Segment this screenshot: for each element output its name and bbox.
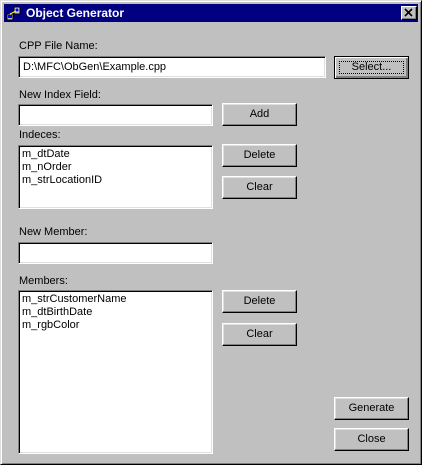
indeces-delete-button[interactable]: Delete [222, 144, 297, 167]
list-item[interactable]: m_rgbColor [22, 319, 127, 332]
members-clear-label: Clear [246, 328, 273, 340]
close-button[interactable]: Close [334, 428, 409, 451]
object-generator-dialog: Object Generator CPP File Name: D:\MFC\O… [0, 0, 422, 465]
indeces-clear-label: Clear [246, 181, 273, 193]
list-item[interactable]: m_nOrder [22, 161, 102, 174]
cpp-file-input[interactable]: D:\MFC\ObGen\Example.cpp [18, 56, 326, 78]
close-window-button[interactable] [401, 6, 417, 20]
cpp-file-label: CPP File Name: [19, 40, 98, 52]
generate-button-label: Generate [348, 402, 395, 414]
generate-button[interactable]: Generate [334, 397, 409, 420]
list-item[interactable]: m_strLocationID [22, 174, 102, 187]
generator-app-icon [6, 6, 21, 21]
select-button[interactable]: Select... [334, 56, 409, 79]
add-button-label: Add [249, 108, 270, 120]
members-delete-button[interactable]: Delete [222, 290, 297, 313]
new-member-input[interactable] [18, 242, 213, 264]
list-item[interactable]: m_dtBirthDate [22, 306, 127, 319]
indeces-delete-label: Delete [243, 149, 276, 161]
window-title: Object Generator [26, 6, 125, 20]
title-bar[interactable]: Object Generator [4, 4, 418, 22]
focus-rectangle [339, 61, 404, 74]
new-index-field-label: New Index Field: [19, 89, 101, 101]
close-button-label: Close [357, 433, 386, 445]
list-item[interactable]: m_strCustomerName [22, 293, 127, 306]
cpp-file-value: D:\MFC\ObGen\Example.cpp [23, 61, 167, 73]
indeces-clear-button[interactable]: Clear [222, 176, 297, 199]
indeces-label: Indeces: [19, 129, 61, 141]
close-icon [404, 8, 413, 17]
members-label: Members: [19, 275, 68, 287]
new-member-label: New Member: [19, 226, 88, 238]
members-clear-button[interactable]: Clear [222, 323, 297, 346]
add-button[interactable]: Add [222, 103, 297, 126]
members-listbox[interactable]: m_strCustomerName m_dtBirthDate m_rgbCol… [18, 290, 213, 454]
new-index-field-input[interactable] [18, 104, 213, 126]
indeces-listbox[interactable]: m_dtDate m_nOrder m_strLocationID [18, 145, 213, 209]
list-item[interactable]: m_dtDate [22, 148, 102, 161]
members-delete-label: Delete [243, 295, 276, 307]
